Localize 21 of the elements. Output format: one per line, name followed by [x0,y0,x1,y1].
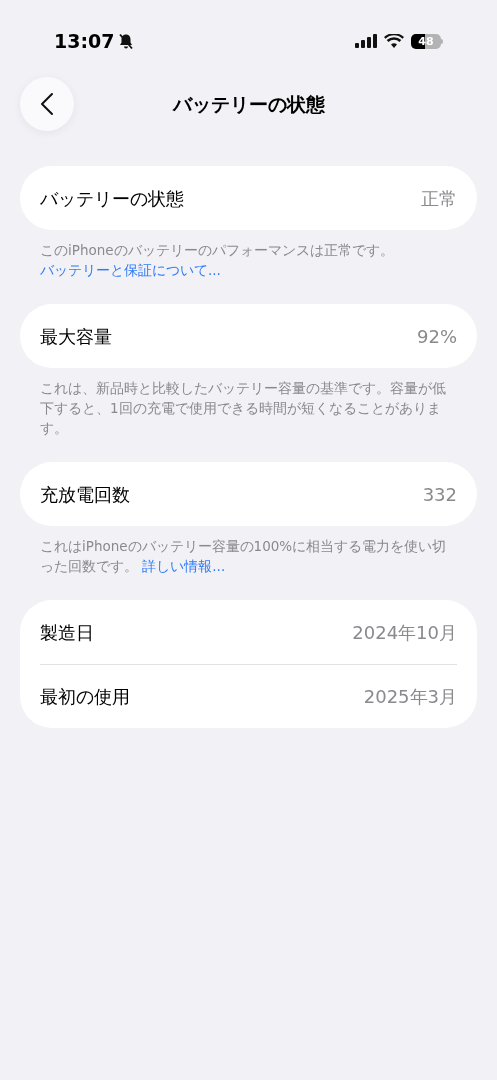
row-value: 92% [417,324,457,349]
footnote-text: これはiPhoneのバッテリー容量の100%に相当する電力を使い切った回数です。 詳しい情報... [39,537,448,576]
row-value: 2025年3月 [363,685,457,709]
footnote-text: これは、新品時と比較したバッテリー容量の基準です。容量が低下すると、1回の充電で使用できる時間が短くなることがあります。 [39,379,447,438]
page-title: バッテリーの状態 [172,91,325,117]
footnote-text: このiPhoneのバッテリーのパフォーマンスは正常です。 バッテリーと保証について... [39,241,395,280]
bell-slash-icon [118,32,135,50]
back-chevron-icon [40,92,54,116]
row-value: 332 [422,482,457,507]
wifi-icon [384,34,404,48]
row-label: 最初の使用 [40,685,130,709]
row-value: 正常 [421,186,457,211]
info-link[interactable]: バッテリーと保証について... [40,262,221,278]
row-value: 2024年10月 [352,620,457,645]
signal-icon [355,34,377,48]
status-time: 13:07 [54,28,115,54]
row-label: 最大容量 [40,324,112,349]
info-link[interactable]: 詳しい情報... [142,558,226,574]
row-label: 製造日 [40,620,94,645]
row-label: 充放電回数 [40,482,130,507]
row-label: バッテリーの状態 [40,186,184,211]
